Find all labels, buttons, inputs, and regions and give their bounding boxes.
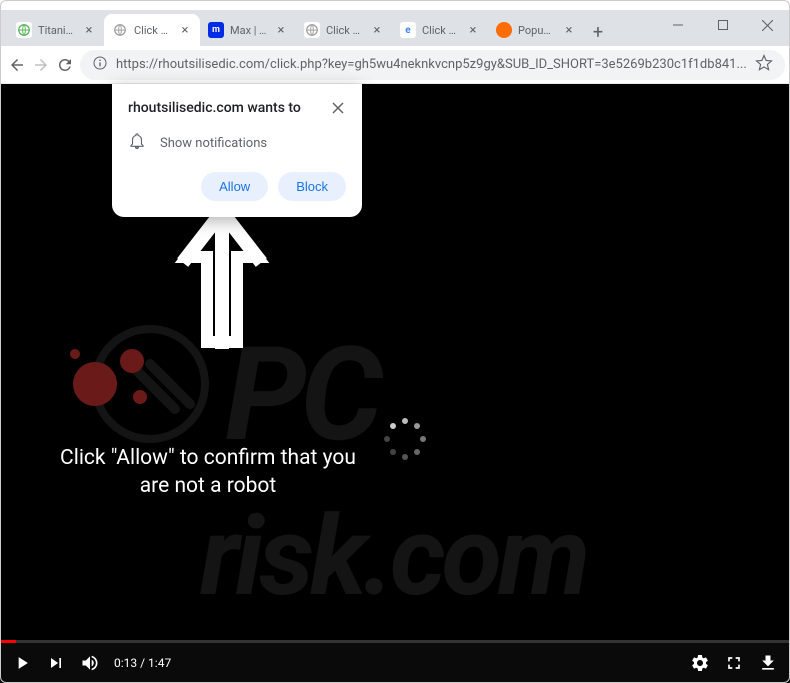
play-button[interactable] <box>12 653 32 673</box>
tab-click-all-active[interactable]: Click All × <box>104 14 200 46</box>
tab-max[interactable]: m Max | Th × <box>200 14 296 46</box>
page-content: PC risk.com rhoutsilisedic.com wants to <box>0 84 790 683</box>
minimize-button[interactable] <box>655 10 700 40</box>
settings-button[interactable] <box>690 653 710 673</box>
close-icon[interactable]: × <box>178 23 192 37</box>
decoration-dots <box>60 329 180 433</box>
close-icon[interactable]: × <box>274 23 288 37</box>
tab-click-c[interactable]: Click &c × <box>296 14 392 46</box>
video-time: 0:13 / 1:47 <box>114 656 171 670</box>
shield-icon <box>496 22 512 38</box>
tab-popup[interactable]: Popup B × <box>488 14 584 46</box>
close-window-button[interactable] <box>745 10 790 40</box>
url-text: https://rhoutsilisedic.com/click.php?key… <box>116 57 747 72</box>
globe-icon <box>112 22 128 38</box>
tab-title: Click All <box>134 24 172 37</box>
toolbar: https://rhoutsilisedic.com/click.php?key… <box>0 46 790 84</box>
bell-icon <box>128 132 146 154</box>
svg-text:risk.com: risk.com <box>200 492 586 621</box>
volume-button[interactable] <box>80 653 100 673</box>
tab-titanic[interactable]: Titanic ( × <box>8 14 104 46</box>
video-controls: 0:13 / 1:47 <box>0 643 790 683</box>
tab-title: Titanic ( <box>38 24 76 37</box>
close-icon[interactable]: × <box>466 23 480 37</box>
tab-click-all-2[interactable]: e Click All × <box>392 14 488 46</box>
tab-title: Max | Th <box>230 24 268 37</box>
block-button[interactable]: Block <box>278 172 346 201</box>
notification-permission-popup: rhoutsilisedic.com wants to Show notific… <box>112 84 362 217</box>
site-settings-icon[interactable] <box>92 55 108 75</box>
star-icon[interactable] <box>755 54 773 76</box>
globe-icon <box>304 22 320 38</box>
tab-title: Popup B <box>518 24 556 37</box>
loading-spinner-icon <box>380 414 430 464</box>
max-icon: m <box>208 22 224 38</box>
instruction-text: Click "Allow" to confirm that you are no… <box>58 444 358 501</box>
notification-title: rhoutsilisedic.com wants to <box>128 100 301 116</box>
tab-strip: Titanic ( × Click All × m Max | Th × Cli… <box>0 10 790 46</box>
tab-title: Click All <box>422 24 460 37</box>
globe-icon <box>16 22 32 38</box>
download-button[interactable] <box>758 653 778 673</box>
new-tab-button[interactable]: + <box>584 18 612 46</box>
back-button[interactable] <box>8 51 26 79</box>
ie-icon: e <box>400 22 416 38</box>
allow-button[interactable]: Allow <box>201 172 268 201</box>
fullscreen-button[interactable] <box>724 653 744 673</box>
tab-title: Click &c <box>326 24 364 37</box>
address-bar[interactable]: https://rhoutsilisedic.com/click.php?key… <box>80 50 785 80</box>
arrow-up-icon <box>172 202 272 356</box>
close-icon[interactable] <box>330 100 346 116</box>
close-icon[interactable]: × <box>562 23 576 37</box>
forward-button[interactable] <box>32 51 50 79</box>
maximize-button[interactable] <box>700 10 745 40</box>
close-icon[interactable]: × <box>82 23 96 37</box>
close-icon[interactable]: × <box>370 23 384 37</box>
next-button[interactable] <box>46 653 66 673</box>
reload-button[interactable] <box>56 51 74 79</box>
notification-body: Show notifications <box>160 136 267 151</box>
